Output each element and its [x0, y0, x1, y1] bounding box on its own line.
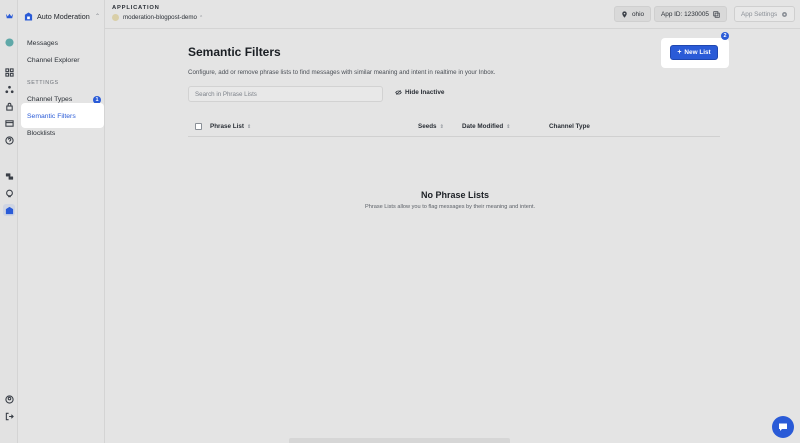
app-switcher[interactable]: Auto Moderation ⌃	[24, 10, 104, 22]
sort-icon: ⇕	[506, 123, 511, 130]
new-list-button[interactable]: + New List	[670, 45, 718, 60]
application-selector[interactable]: moderation-blogpost-demo ⌃	[112, 14, 203, 21]
eye-off-icon	[395, 90, 402, 95]
app-settings-button[interactable]: App Settings	[734, 6, 796, 22]
chat-icon	[779, 423, 787, 431]
topbar: APPLICATION moderation-blogpost-demo ⌃ o…	[105, 0, 800, 29]
chevron-updown-icon: ⌃	[94, 13, 100, 20]
help-icon[interactable]	[3, 134, 15, 146]
column-header-channel-type: Channel Type	[549, 123, 590, 130]
app-id-label: App ID: 1230005	[661, 10, 709, 18]
app-id-pill[interactable]: App ID: 1230005	[654, 6, 727, 22]
sort-icon: ⇕	[246, 123, 252, 130]
hide-inactive-label: Hide Inactive	[405, 89, 445, 96]
sidebar-item-semantic-filters[interactable]: Semantic Filters	[24, 109, 100, 123]
bottom-scrollbar[interactable]	[289, 438, 510, 443]
new-list-label: New List	[684, 49, 711, 56]
main-content: Semantic Filters Configure, add or remov…	[105, 29, 800, 443]
copy-icon[interactable]	[713, 10, 720, 18]
account-icon[interactable]	[3, 393, 15, 405]
icon-rail	[0, 0, 18, 443]
app-avatar-icon	[112, 14, 119, 21]
page-description: Configure, add or remove phrase lists to…	[188, 69, 496, 76]
column-label: Phrase List	[210, 123, 244, 130]
sidebar-item-label: Channel Types	[27, 95, 73, 103]
sidebar-item-messages[interactable]: Messages	[24, 36, 100, 50]
plus-icon: +	[677, 49, 682, 56]
brand-logo-icon[interactable]	[3, 9, 15, 21]
sidebar-item-channel-explorer[interactable]: Channel Explorer	[24, 53, 100, 67]
application-name: moderation-blogpost-demo	[123, 14, 197, 21]
app-switcher-label: Auto Moderation	[37, 11, 90, 21]
column-label: Channel Type	[549, 123, 590, 130]
table-header: Phrase List ⇕ Seeds ⇕ Date Modified ⇕ Chann…	[188, 117, 720, 137]
logout-icon[interactable]	[3, 410, 15, 422]
page-title: Semantic Filters	[188, 45, 281, 59]
app-settings-label: App Settings	[741, 10, 778, 18]
column-header-seeds[interactable]: Seeds ⇕	[418, 123, 444, 130]
sidebar-section-settings: SETTINGS	[27, 80, 59, 86]
search-input[interactable]	[188, 86, 383, 102]
users-icon[interactable]	[3, 83, 15, 95]
column-label: Seeds	[418, 123, 437, 130]
application-label: APPLICATION	[112, 5, 160, 11]
sidebar-item-label: Messages	[27, 39, 58, 47]
sidebar: Auto Moderation ⌃ Messages Channel Explo…	[18, 0, 105, 443]
sidebar-item-blocklists[interactable]: Blocklists	[24, 126, 100, 140]
region-pill[interactable]: ohio	[614, 6, 652, 22]
sort-icon: ⇕	[439, 123, 444, 130]
empty-state-title: No Phrase Lists	[421, 190, 490, 200]
column-label: Date Modified	[462, 123, 504, 130]
chat-support-button[interactable]	[772, 416, 794, 438]
select-all-checkbox[interactable]	[195, 123, 202, 130]
lock-icon[interactable]	[3, 100, 15, 112]
gear-icon	[782, 11, 788, 17]
chat-tools-icon[interactable]	[3, 170, 15, 182]
sidebar-item-label: Semantic Filters	[27, 112, 76, 120]
moderation-icon[interactable]	[3, 204, 15, 216]
location-pin-icon	[622, 10, 627, 18]
column-header-date-modified[interactable]: Date Modified ⇕	[462, 123, 510, 130]
region-label: ohio	[632, 10, 645, 18]
dashboard-icon[interactable]	[3, 66, 15, 78]
column-header-phrase-list[interactable]: Phrase List ⇕	[210, 123, 251, 130]
support-icon[interactable]	[3, 187, 15, 199]
moderation-logo-icon	[24, 11, 33, 21]
sidebar-item-label: Channel Explorer	[27, 56, 80, 64]
hide-inactive-toggle[interactable]: Hide Inactive	[395, 89, 444, 96]
avatar-icon[interactable]	[3, 36, 15, 48]
sidebar-item-label: Blocklists	[27, 129, 56, 137]
chevron-updown-icon: ⌃	[198, 14, 204, 21]
billing-icon[interactable]	[3, 117, 15, 129]
empty-state-description: Phrase Lists allow you to flag messages …	[365, 204, 536, 210]
step-badge-2: 2	[721, 32, 729, 40]
